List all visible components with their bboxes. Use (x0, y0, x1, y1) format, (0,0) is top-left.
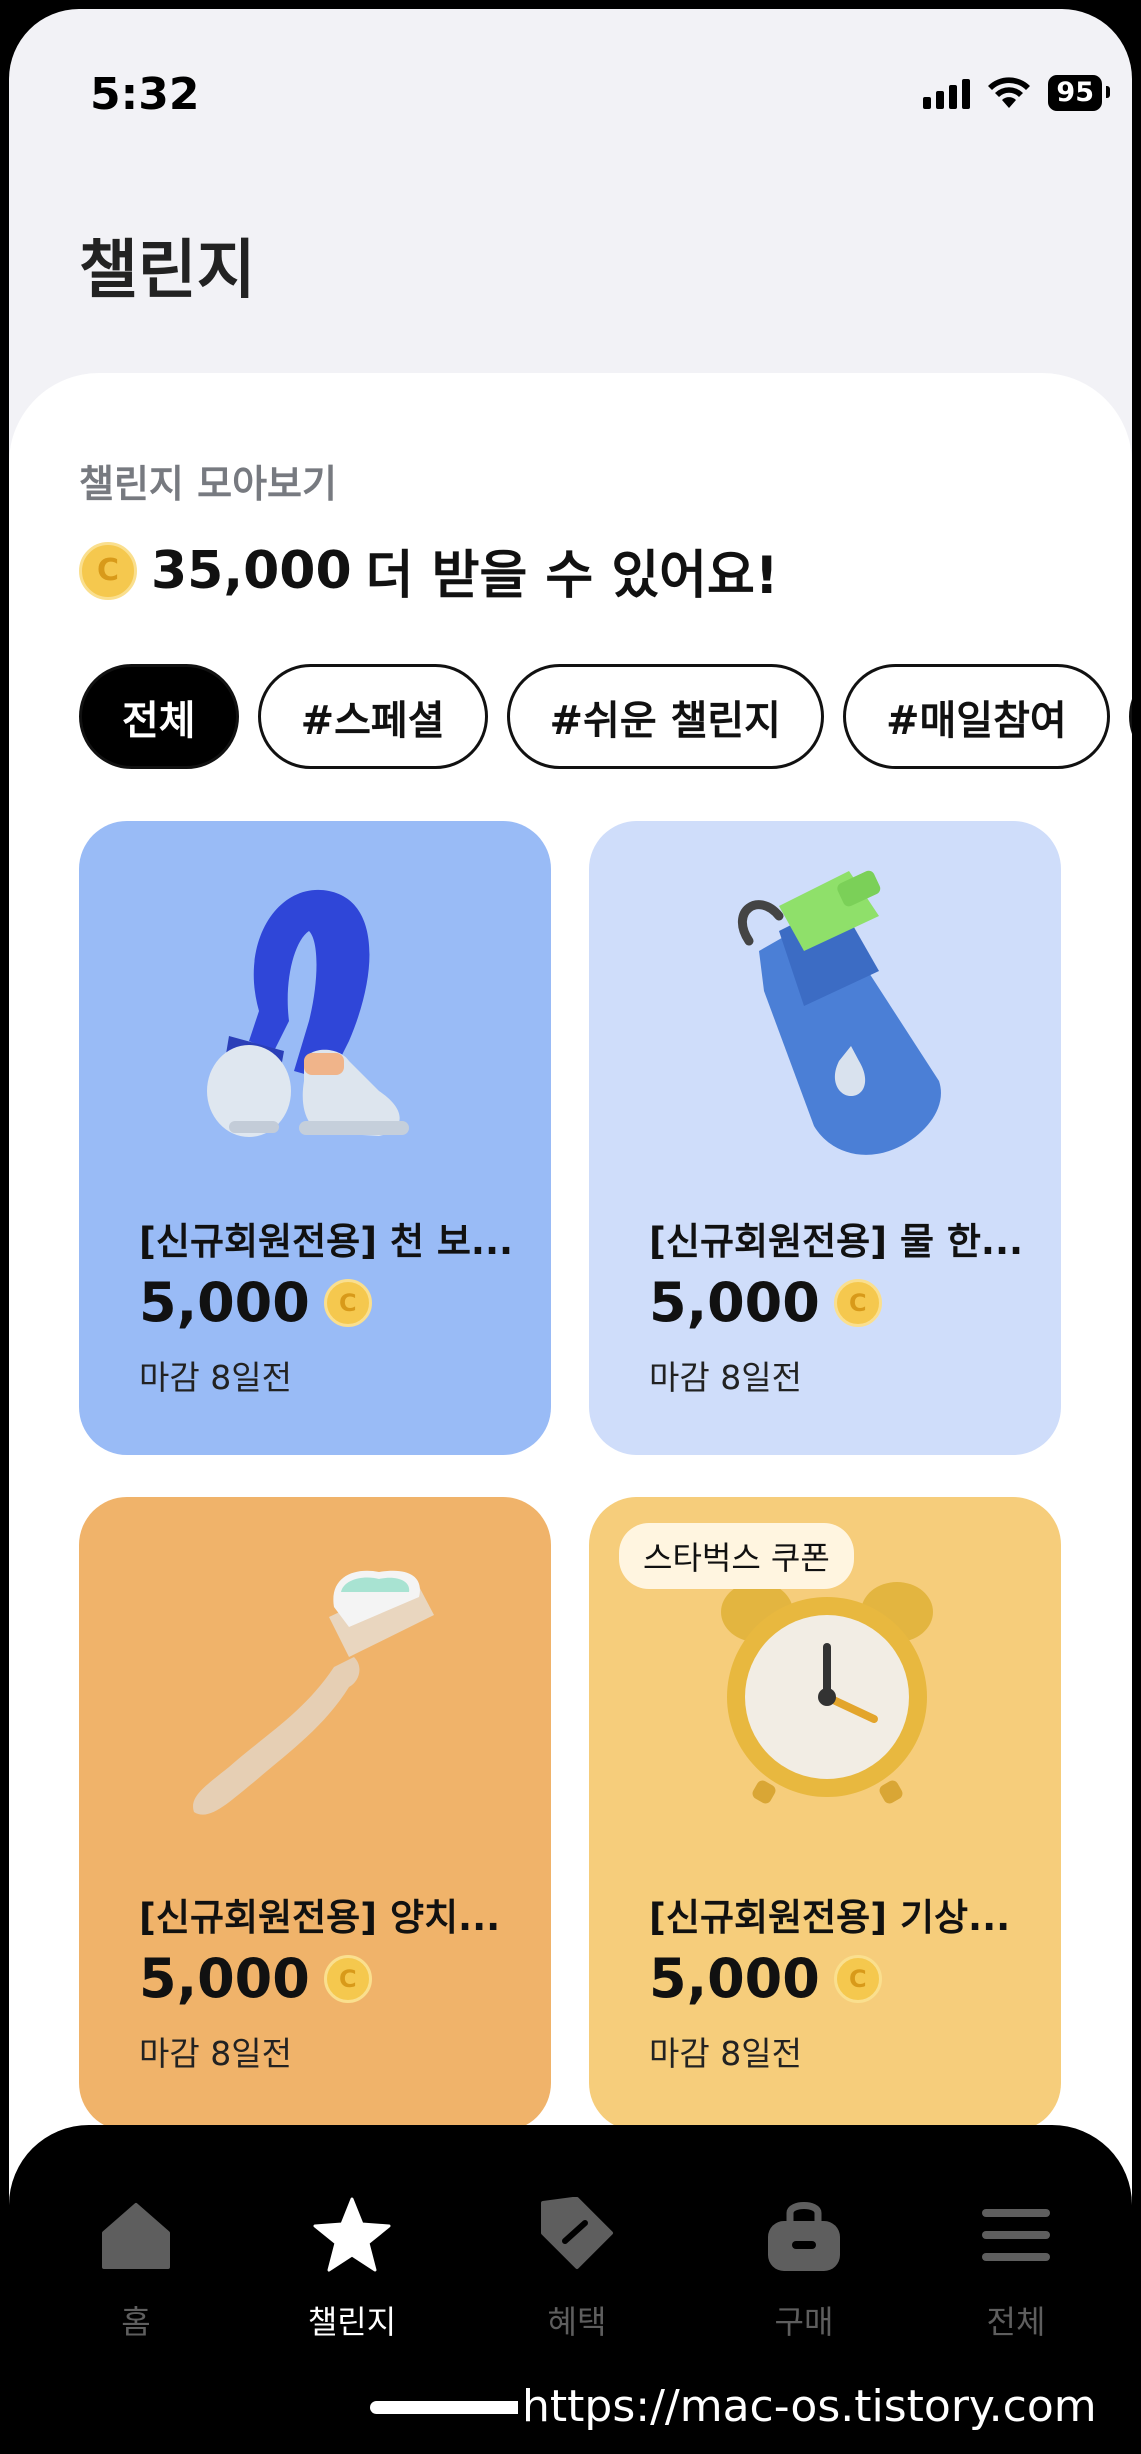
section-label: 챌린지 모아보기 (79, 462, 337, 506)
cellular-signal-icon (923, 77, 971, 109)
coupon-badge: 스타벅스 쿠폰 (619, 1523, 854, 1589)
card-reward-amount: 5,000 (649, 1271, 820, 1334)
reward-suffix: 더 받을 수 있어요! (365, 546, 779, 606)
tab-label: 혜택 (547, 2303, 607, 2341)
filter-chip-all[interactable]: 전체 (79, 664, 239, 769)
legs-walking-icon (207, 889, 409, 1137)
tab-purchase[interactable]: 구매 (734, 2195, 874, 2343)
card-reward: 5,000 C (649, 1271, 882, 1334)
tab-label: 홈 (121, 2303, 151, 2341)
tab-home[interactable]: 홈 (66, 2195, 206, 2343)
tab-label: 전체 (986, 2303, 1046, 2341)
battery-indicator: 95 (1048, 75, 1110, 111)
wifi-icon (988, 77, 1031, 108)
card-reward-amount: 5,000 (139, 1271, 310, 1334)
filter-chip-more[interactable]: # (1128, 664, 1132, 769)
reward-amount: 35,000 (151, 540, 352, 601)
coin-icon: C (323, 1278, 372, 1327)
card-reward-amount: 5,000 (139, 1947, 310, 2010)
status-time: 5:32 (90, 69, 200, 120)
card-title: [신규회원전용] 천 보... (139, 1220, 514, 1263)
page-title: 챌린지 (79, 234, 256, 308)
challenge-card[interactable]: 스타벅스 쿠폰 [신규회원전용] 기상... 5,000 C 마감 8일전 (589, 1497, 1061, 2131)
coin-icon: C (79, 541, 137, 600)
home-icon (102, 2203, 170, 2269)
card-deadline: 마감 8일전 (139, 2034, 292, 2073)
filter-chips: 전체 #스페셜 #쉬운 챌린지 #매일참여 # (79, 664, 1132, 769)
coin-icon: C (323, 1954, 372, 2003)
card-reward: 5,000 C (139, 1947, 372, 2010)
card-deadline: 마감 8일전 (139, 1358, 292, 1397)
card-deadline: 마감 8일전 (649, 2034, 802, 2073)
toothbrush-icon (193, 1570, 434, 1815)
filter-chip-easy[interactable]: #쉬운 챌린지 (506, 664, 824, 769)
shopping-bag-icon (768, 2202, 840, 2271)
filter-chip-special[interactable]: #스페셜 (257, 664, 488, 769)
card-reward-amount: 5,000 (649, 1947, 820, 2010)
filter-chip-daily[interactable]: #매일참여 (842, 664, 1110, 769)
card-title: [신규회원전용] 기상... (649, 1896, 1011, 1939)
card-deadline: 마감 8일전 (649, 1358, 802, 1397)
coin-icon: C (833, 1278, 882, 1327)
reward-summary: C 35,000 더 받을 수 있어요! (79, 533, 779, 608)
card-reward: 5,000 C (139, 1271, 372, 1334)
tag-icon (541, 2197, 613, 2269)
tab-challenge[interactable]: 챌린지 (282, 2195, 422, 2343)
menu-icon (982, 2209, 1050, 2261)
challenge-card[interactable]: [신규회원전용] 양치... 5,000 C 마감 8일전 (79, 1497, 551, 2131)
card-title: [신규회원전용] 물 한... (649, 1220, 1024, 1263)
card-reward: 5,000 C (649, 1947, 882, 2010)
coin-icon: C (833, 1954, 882, 2003)
star-icon (313, 2197, 391, 2272)
challenge-card[interactable]: [신규회원전용] 물 한... 5,000 C 마감 8일전 (589, 821, 1061, 1455)
watermark-url: https://mac-os.tistory.com (518, 2375, 1131, 2439)
tab-label: 챌린지 (307, 2303, 397, 2341)
challenge-card[interactable]: [신규회원전용] 천 보... 5,000 C 마감 8일전 (79, 821, 551, 1455)
water-bottle-icon (738, 870, 941, 1155)
tab-all[interactable]: 전체 (946, 2195, 1086, 2343)
card-title: [신규회원전용] 양치... (139, 1896, 501, 1939)
tab-benefits[interactable]: 혜택 (507, 2195, 647, 2343)
app-screen: 5:32 95 챌린지 챌린지 모아보기 C 35,000 더 받을 수 있어요… (9, 9, 1132, 2454)
tab-label: 구매 (774, 2303, 834, 2341)
status-icons: 95 (923, 75, 1110, 111)
